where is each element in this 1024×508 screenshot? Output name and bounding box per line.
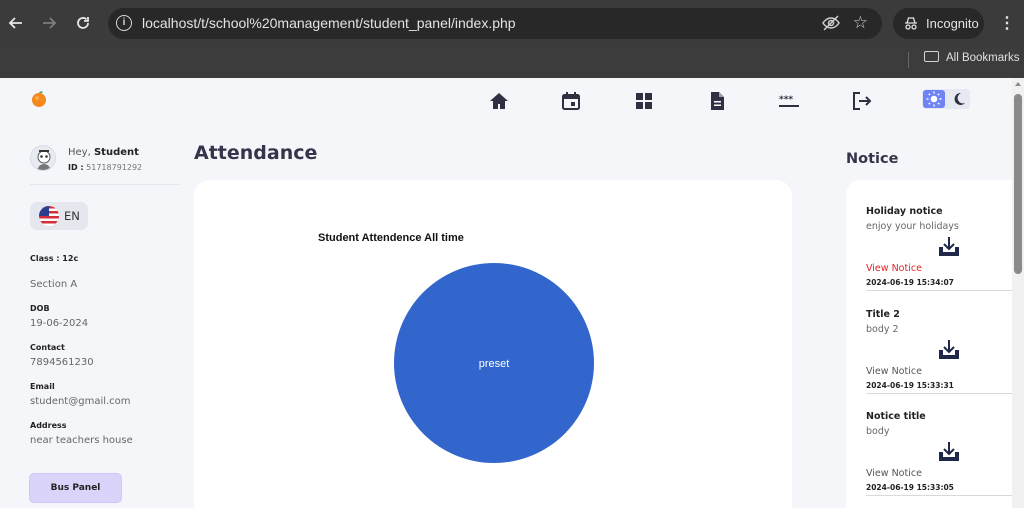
theme-toggle[interactable]: [922, 89, 970, 109]
moon-icon[interactable]: [951, 91, 967, 107]
notice-divider: [866, 495, 1012, 496]
grid-icon[interactable]: [633, 90, 655, 112]
svg-text:***: ***: [779, 95, 793, 105]
download-icon[interactable]: [937, 235, 961, 259]
scrollbar-thumb[interactable]: [1014, 94, 1022, 274]
forward-button[interactable]: [39, 13, 59, 33]
eye-off-icon[interactable]: [822, 15, 840, 34]
all-bookmarks-label: All Bookmarks: [946, 52, 1020, 64]
greeting: Hey, Student: [68, 147, 139, 158]
calendar-icon[interactable]: [560, 90, 582, 112]
sun-icon: [926, 91, 942, 107]
notice-heading: Notice: [846, 151, 899, 167]
id-label: ID :: [68, 163, 84, 172]
notice-divider: [866, 290, 1012, 291]
attendance-card: Student Attendence All time preset: [194, 180, 792, 508]
browser-chrome: i localhost/t/school%20management/studen…: [0, 0, 1024, 78]
email-label: Email: [30, 382, 55, 391]
chart-title: Student Attendence All time: [318, 232, 464, 244]
bus-panel-button[interactable]: Bus Panel: [29, 473, 122, 503]
reload-button[interactable]: [73, 13, 93, 33]
reload-icon: [77, 17, 89, 29]
id-value: 51718791292: [86, 163, 143, 172]
incognito-badge[interactable]: Incognito: [893, 8, 984, 39]
bookmark-star-icon[interactable]: ☆: [853, 13, 868, 33]
notice-title: Title 2: [866, 309, 900, 320]
menu-kebab-icon[interactable]: ⋮: [999, 13, 1015, 33]
notice-title: Holiday notice: [866, 206, 943, 217]
notice-date: 2024-06-19 15:34:07: [866, 278, 954, 287]
notice-divider: [866, 393, 1012, 394]
scroll-up-icon[interactable]: [1015, 82, 1021, 86]
forward-arrow-icon: [43, 17, 57, 29]
us-flag-icon: [39, 206, 59, 226]
view-notice-link[interactable]: View Notice: [866, 468, 922, 479]
password-icon[interactable]: ***: [778, 90, 800, 112]
url-text[interactable]: localhost/t/school%20management/student_…: [142, 15, 516, 31]
email-value: student@gmail.com: [30, 396, 131, 407]
back-arrow-icon: [8, 17, 22, 29]
notice-body: body: [866, 426, 890, 437]
avatar: [30, 145, 56, 171]
dob-value: 19-06-2024: [30, 318, 89, 329]
student-id: ID : 51718791292: [68, 163, 142, 172]
notice-body: body 2: [866, 324, 899, 335]
notice-date: 2024-06-19 15:33:05: [866, 483, 954, 492]
section-value: Section A: [30, 279, 78, 290]
student-panel: *** Hey, Student ID: 51718791292 EN Cla…: [0, 78, 1012, 508]
greeting-prefix: Hey,: [68, 147, 91, 158]
contact-label: Contact: [30, 343, 65, 352]
notice-date: 2024-06-19 15:33:31: [866, 381, 954, 390]
all-bookmarks-button[interactable]: All Bookmarks: [924, 51, 1020, 64]
download-icon[interactable]: [937, 338, 961, 362]
pie-slice-label: preset: [479, 358, 510, 370]
logout-icon[interactable]: [851, 90, 873, 112]
notice-panel: Holiday notice enjoy your holidays View …: [846, 180, 1012, 508]
view-notice-link[interactable]: View Notice: [866, 366, 922, 377]
language-button[interactable]: EN: [30, 202, 88, 230]
page-scrollbar[interactable]: [1012, 78, 1024, 508]
page-title: Attendance: [194, 142, 318, 164]
view-notice-link[interactable]: View Notice: [866, 263, 922, 274]
bookmark-separator: [908, 52, 909, 68]
light-mode-button[interactable]: [923, 90, 945, 108]
address-value: near teachers house: [30, 435, 133, 446]
address-bar[interactable]: i localhost/t/school%20management/studen…: [108, 8, 882, 39]
contact-value: 7894561230: [30, 357, 94, 368]
notice-body: enjoy your holidays: [866, 221, 959, 232]
student-name: Student: [93, 147, 139, 158]
address-label: Address: [30, 421, 67, 430]
folder-icon: [924, 51, 939, 62]
home-icon[interactable]: [488, 90, 510, 112]
attendance-pie-chart: preset: [394, 263, 594, 463]
site-info-icon[interactable]: i: [116, 15, 132, 31]
download-icon[interactable]: [937, 440, 961, 464]
document-icon[interactable]: [706, 90, 728, 112]
back-button[interactable]: [6, 13, 26, 33]
incognito-icon: [905, 17, 917, 30]
class-label: Class : 12c: [30, 254, 79, 263]
orange-logo-icon[interactable]: [30, 90, 48, 108]
notice-title: Notice title: [866, 411, 926, 422]
language-label: EN: [64, 209, 80, 223]
dob-label: DOB: [30, 304, 50, 313]
sidebar-divider: [30, 184, 180, 185]
student-avatar-icon: [37, 150, 51, 170]
incognito-label: Incognito: [926, 16, 979, 31]
